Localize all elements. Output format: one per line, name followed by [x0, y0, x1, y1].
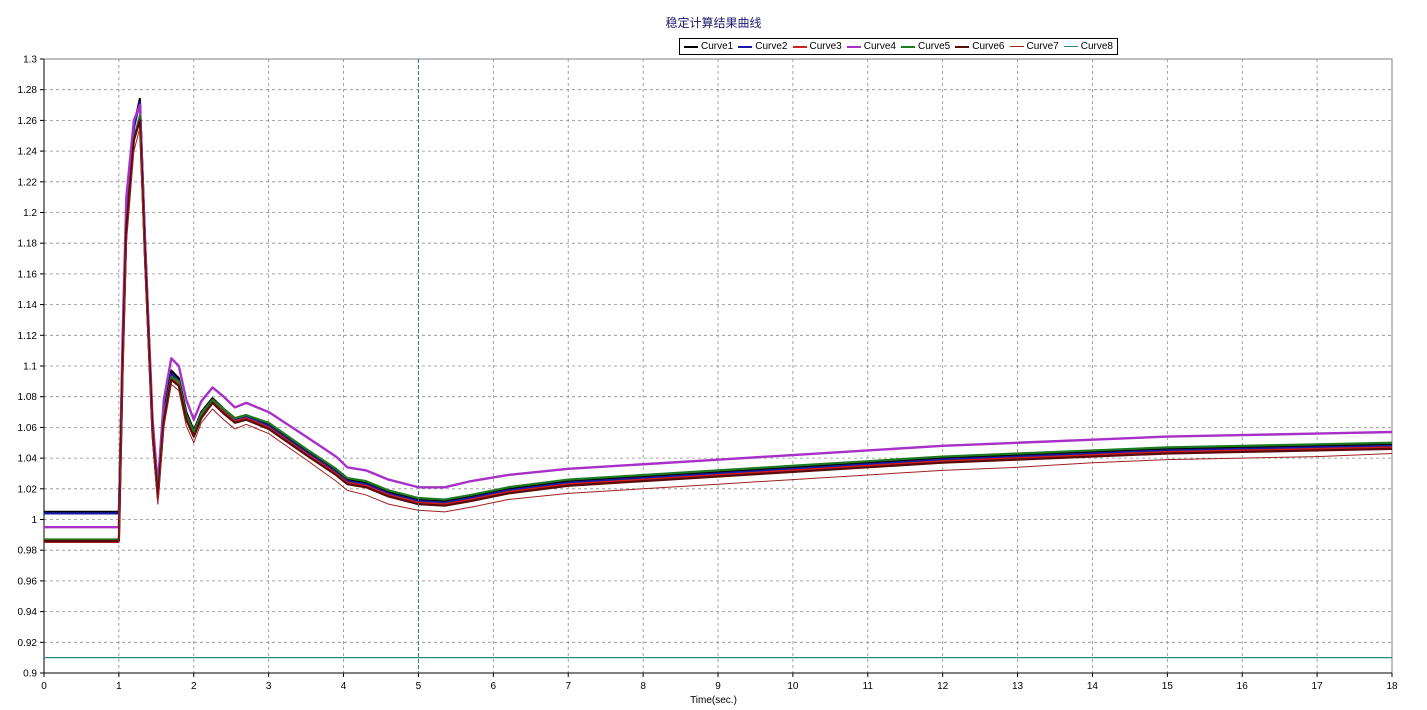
y-tick-label: 1.02: [18, 484, 38, 495]
x-tick-label: 11: [863, 681, 874, 692]
x-tick-label: 13: [1012, 681, 1024, 692]
y-tick-label: 1.22: [18, 177, 38, 188]
y-tick-label: 1: [31, 515, 37, 526]
x-tick-label: 8: [640, 681, 646, 692]
x-tick-label: 1: [116, 681, 122, 692]
x-tick-label: 4: [341, 681, 347, 692]
x-tick-label: 17: [1312, 681, 1324, 692]
x-axis-title: Time(sec.): [690, 695, 737, 706]
y-tick-label: 1.26: [18, 116, 38, 127]
y-tick-label: 1.16: [18, 269, 38, 280]
y-tick-label: 0.94: [18, 607, 38, 618]
x-tick-label: 14: [1087, 681, 1099, 692]
y-tick-label: 1.18: [18, 239, 38, 250]
x-tick-label: 5: [416, 681, 422, 692]
y-tick-label: 0.98: [18, 546, 38, 557]
x-tick-label: 2: [191, 681, 197, 692]
x-tick-label: 0: [41, 681, 47, 692]
y-tick-label: 1.3: [23, 55, 37, 66]
y-tick-label: 1.04: [18, 454, 38, 465]
y-tick-label: 0.96: [18, 576, 38, 587]
x-tick-label: 10: [787, 681, 799, 692]
x-tick-label: 6: [491, 681, 497, 692]
y-tick-label: 0.9: [23, 669, 37, 680]
y-tick-label: 0.92: [18, 638, 38, 649]
x-tick-label: 12: [937, 681, 949, 692]
plot-area: 0 1 2 3 4 5 6 7 8 9 10 11 12 13 14 15 16 17 180.90.920.940…: [18, 55, 1398, 693]
y-tick-label: 1.24: [18, 147, 38, 158]
y-tick-label: 1.28: [18, 85, 38, 96]
y-tick-label: 1.2: [23, 208, 37, 219]
y-tick-label: 1.1: [23, 362, 37, 373]
y-tick-label: 1.06: [18, 423, 38, 434]
y-tick-label: 1.12: [18, 331, 38, 342]
x-tick-label: 18: [1386, 681, 1398, 692]
x-tick-label: 9: [715, 681, 721, 692]
x-tick-label: 3: [266, 681, 272, 692]
y-tick-label: 1.08: [18, 392, 38, 403]
x-tick-label: 15: [1162, 681, 1174, 692]
x-tick-label: 16: [1237, 681, 1249, 692]
x-tick-label: 7: [565, 681, 571, 692]
y-tick-label: 1.14: [18, 300, 38, 311]
